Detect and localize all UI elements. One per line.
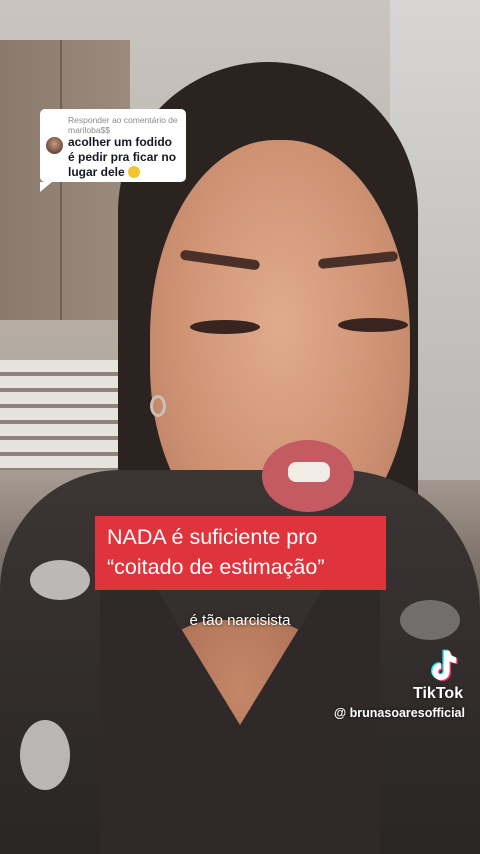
tiktok-brand-text: TikTok <box>413 685 464 702</box>
smiling-face-emoji-icon <box>128 166 141 178</box>
reply-row: acolher um fodido é pedir pra ficar no l… <box>46 135 180 180</box>
caption-box: NADA é suficiente pro “coitado de estima… <box>95 516 386 590</box>
shirt-flower-pattern <box>30 560 90 600</box>
reply-text-content: acolher um fodido é pedir pra ficar no l… <box>68 135 177 179</box>
person-teeth <box>288 462 330 482</box>
reply-comment-bubble[interactable]: Responder ao comentário de mariloba$$ ac… <box>40 109 186 192</box>
caption-line-1: NADA é suficiente pro <box>107 525 318 549</box>
reply-comment-text: acolher um fodido é pedir pra ficar no l… <box>68 135 180 180</box>
subtitle-text: é tão narcisista <box>189 612 291 629</box>
creator-handle[interactable]: @ brunasoaresofficial <box>334 706 465 720</box>
shirt-flower-pattern <box>20 720 70 790</box>
caption-line-2: “coitado de estimação” <box>107 555 325 579</box>
person-right-eye <box>338 318 408 332</box>
reply-header: Responder ao comentário de mariloba$$ <box>68 115 178 135</box>
person-left-eye <box>190 320 260 334</box>
person-earring <box>150 395 166 417</box>
tiktok-note-icon <box>431 649 458 682</box>
avatar <box>46 137 63 154</box>
